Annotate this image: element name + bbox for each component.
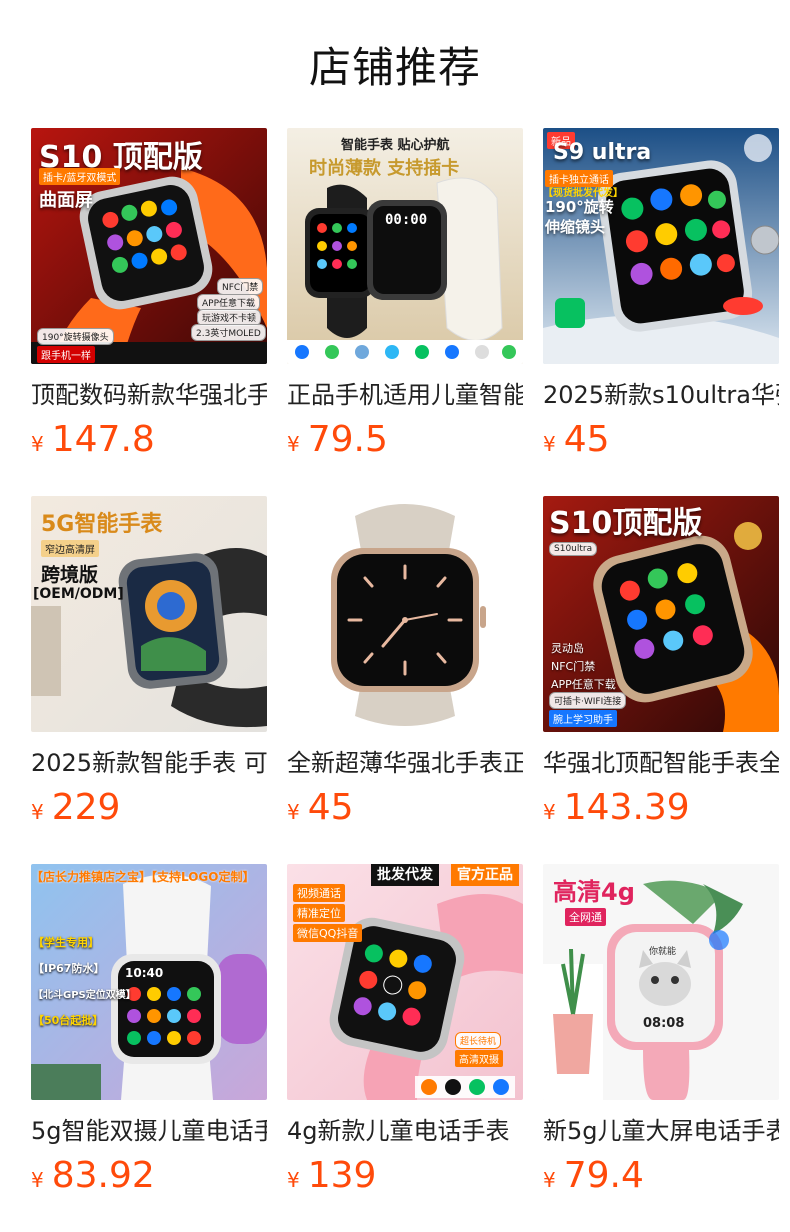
- product-price: ¥ 229: [31, 788, 267, 828]
- image-tag: 微信QQ抖音: [293, 924, 363, 942]
- price-value: 83.92: [51, 1155, 155, 1196]
- product-grid: S10 顶配版 插卡/蓝牙双模式 曲面屏 NFC门禁 APP任意下载 玩游戏不卡…: [31, 128, 779, 1232]
- product-image[interactable]: 高清4g 全网通 你就能 08:08: [543, 864, 779, 1100]
- image-tag: 时尚薄款 支持插卡: [309, 158, 460, 179]
- product-title[interactable]: 顶配数码新款华强北手表: [31, 380, 267, 410]
- image-tag: 曲面屏: [39, 190, 93, 211]
- product-image[interactable]: 智能手表 贴心护航 时尚薄款 支持插卡 00:00: [287, 128, 523, 364]
- image-tag: 伸缩镜头: [545, 218, 606, 236]
- product-card[interactable]: S10顶配版 S10ultra 灵动岛 NFC门禁 APP任意下载 可插卡·WI…: [543, 496, 779, 864]
- image-tag: 190°旋转: [545, 198, 614, 216]
- product-price: ¥ 83.92: [31, 1156, 267, 1196]
- product-card[interactable]: 高清4g 全网通 你就能 08:08 新5g儿童大屏电话手表 ¥ 79.4: [543, 864, 779, 1232]
- product-title[interactable]: 新5g儿童大屏电话手表: [543, 1116, 779, 1146]
- image-tag: 腕上学习助手: [549, 710, 617, 727]
- product-image[interactable]: S10顶配版 S10ultra 灵动岛 NFC门禁 APP任意下载 可插卡·WI…: [543, 496, 779, 732]
- smartwatch-gold-analog-icon: [287, 496, 523, 732]
- currency-symbol: ¥: [543, 800, 556, 824]
- price-value: 45: [307, 787, 354, 828]
- product-title[interactable]: 2025新款s10ultra华强北: [543, 380, 779, 410]
- currency-symbol: ¥: [287, 800, 300, 824]
- price-value: 139: [307, 1155, 377, 1196]
- image-tag: [OEM/ODM]: [33, 586, 124, 602]
- product-price: ¥ 45: [287, 788, 523, 828]
- product-image[interactable]: [287, 496, 523, 732]
- image-headline: S9 ultra: [553, 140, 652, 165]
- product-price: ¥ 147.8: [31, 420, 267, 460]
- price-value: 143.39: [563, 787, 690, 828]
- watch-greeting: 你就能: [649, 947, 677, 957]
- watch-time: 00:00: [385, 212, 428, 228]
- image-tag: 灵动岛: [551, 642, 584, 655]
- product-title[interactable]: 4g新款儿童电话手表: [287, 1116, 523, 1146]
- currency-symbol: ¥: [287, 1168, 300, 1192]
- price-value: 45: [563, 419, 610, 460]
- image-tag: APP任意下载: [551, 678, 616, 691]
- currency-symbol: ¥: [543, 1168, 556, 1192]
- currency-symbol: ¥: [31, 800, 44, 824]
- product-price: ¥ 143.39: [543, 788, 779, 828]
- product-price: ¥ 79.4: [543, 1156, 779, 1196]
- product-title[interactable]: 华强北顶配智能手表全网通: [543, 748, 779, 778]
- product-card[interactable]: S10 顶配版 插卡/蓝牙双模式 曲面屏 NFC门禁 APP任意下载 玩游戏不卡…: [31, 128, 267, 496]
- product-card[interactable]: 批发代发 官方正品 视频通话 精准定位 微信QQ抖音 超长待机 高清双摄 4g新…: [287, 864, 523, 1232]
- image-tag: 可插卡·WIFI连接: [549, 692, 627, 709]
- image-tag: 窄边高清屏: [41, 540, 99, 557]
- image-tag: 跟手机一样: [37, 346, 95, 363]
- product-card[interactable]: 5G智能手表 窄边高清屏 跨境版 [OEM/ODM] 2025新款智能手表 可插…: [31, 496, 267, 864]
- product-price: ¥ 139: [287, 1156, 523, 1196]
- watch-time: 10:40: [125, 966, 164, 980]
- image-tag: NFC门禁: [217, 278, 264, 295]
- product-card[interactable]: 【店长力推镇店之宝】【支持LOGO定制】 【学生专用】 【IP67防水】 【北斗…: [31, 864, 267, 1232]
- image-tag: 插卡/蓝牙双模式: [39, 168, 121, 185]
- section-header: 店铺推荐: [0, 0, 790, 128]
- image-headline: 高清4g: [553, 878, 635, 906]
- image-tag: 190°旋转摄像头: [37, 328, 114, 345]
- currency-symbol: ¥: [287, 432, 300, 456]
- product-title[interactable]: 全新超薄华强北手表正品: [287, 748, 523, 778]
- image-tag: 精准定位: [293, 904, 345, 922]
- price-value: 147.8: [51, 419, 155, 460]
- image-tag: 批发代发: [371, 864, 439, 886]
- image-tag: 视频通话: [293, 884, 345, 902]
- product-image[interactable]: 新品 S9 ultra 插卡独立通话 【现货批发代发】 190°旋转 伸缩镜头: [543, 128, 779, 364]
- image-tag: 2.3英寸MOLED: [191, 324, 266, 341]
- image-headline: S10顶配版: [549, 506, 703, 541]
- product-price: ¥ 45: [543, 420, 779, 460]
- price-value: 79.4: [563, 1155, 644, 1196]
- currency-symbol: ¥: [31, 1168, 44, 1192]
- product-card[interactable]: 智能手表 贴心护航 时尚薄款 支持插卡 00:00 正品手机适用儿童智能手表 ¥…: [287, 128, 523, 496]
- image-tag: 全网通: [565, 908, 606, 926]
- price-value: 229: [51, 787, 121, 828]
- image-tag: 跨境版: [41, 564, 99, 586]
- price-value: 79.5: [307, 419, 388, 460]
- currency-symbol: ¥: [543, 432, 556, 456]
- product-image[interactable]: 5G智能手表 窄边高清屏 跨境版 [OEM/ODM]: [31, 496, 267, 732]
- watch-time: 08:08: [643, 1016, 685, 1031]
- product-title[interactable]: 2025新款智能手表 可插卡: [31, 748, 267, 778]
- image-tag: 超长待机: [455, 1032, 502, 1049]
- image-tag: S10ultra: [549, 542, 598, 556]
- image-tag: 【50台起批】: [33, 1014, 104, 1027]
- currency-symbol: ¥: [31, 432, 44, 456]
- image-headline: 5G智能手表: [41, 512, 163, 537]
- image-tag: 【北斗GPS定位双模】: [33, 990, 136, 1001]
- product-image[interactable]: 【店长力推镇店之宝】【支持LOGO定制】 【学生专用】 【IP67防水】 【北斗…: [31, 864, 267, 1100]
- product-price: ¥ 79.5: [287, 420, 523, 460]
- image-tag: 【IP67防水】: [33, 962, 105, 975]
- image-tag: NFC门禁: [551, 660, 596, 673]
- smartwatch-white-kids-icon: [31, 864, 267, 1100]
- product-title[interactable]: 正品手机适用儿童智能手表: [287, 380, 523, 410]
- section-title: 店铺推荐: [308, 42, 481, 92]
- product-card[interactable]: 全新超薄华强北手表正品 ¥ 45: [287, 496, 523, 864]
- image-headline: 智能手表 贴心护航: [341, 138, 450, 153]
- product-image[interactable]: 批发代发 官方正品 视频通话 精准定位 微信QQ抖音 超长待机 高清双摄: [287, 864, 523, 1100]
- image-tag: 【学生专用】: [33, 936, 99, 949]
- product-card[interactable]: 新品 S9 ultra 插卡独立通话 【现货批发代发】 190°旋转 伸缩镜头 …: [543, 128, 779, 496]
- product-title[interactable]: 5g智能双摄儿童电话手表: [31, 1116, 267, 1146]
- product-image[interactable]: S10 顶配版 插卡/蓝牙双模式 曲面屏 NFC门禁 APP任意下载 玩游戏不卡…: [31, 128, 267, 364]
- image-tag: 高清双摄: [455, 1050, 503, 1067]
- image-headline: 【店长力推镇店之宝】【支持LOGO定制】: [31, 870, 255, 884]
- image-tag: 官方正品: [451, 864, 519, 886]
